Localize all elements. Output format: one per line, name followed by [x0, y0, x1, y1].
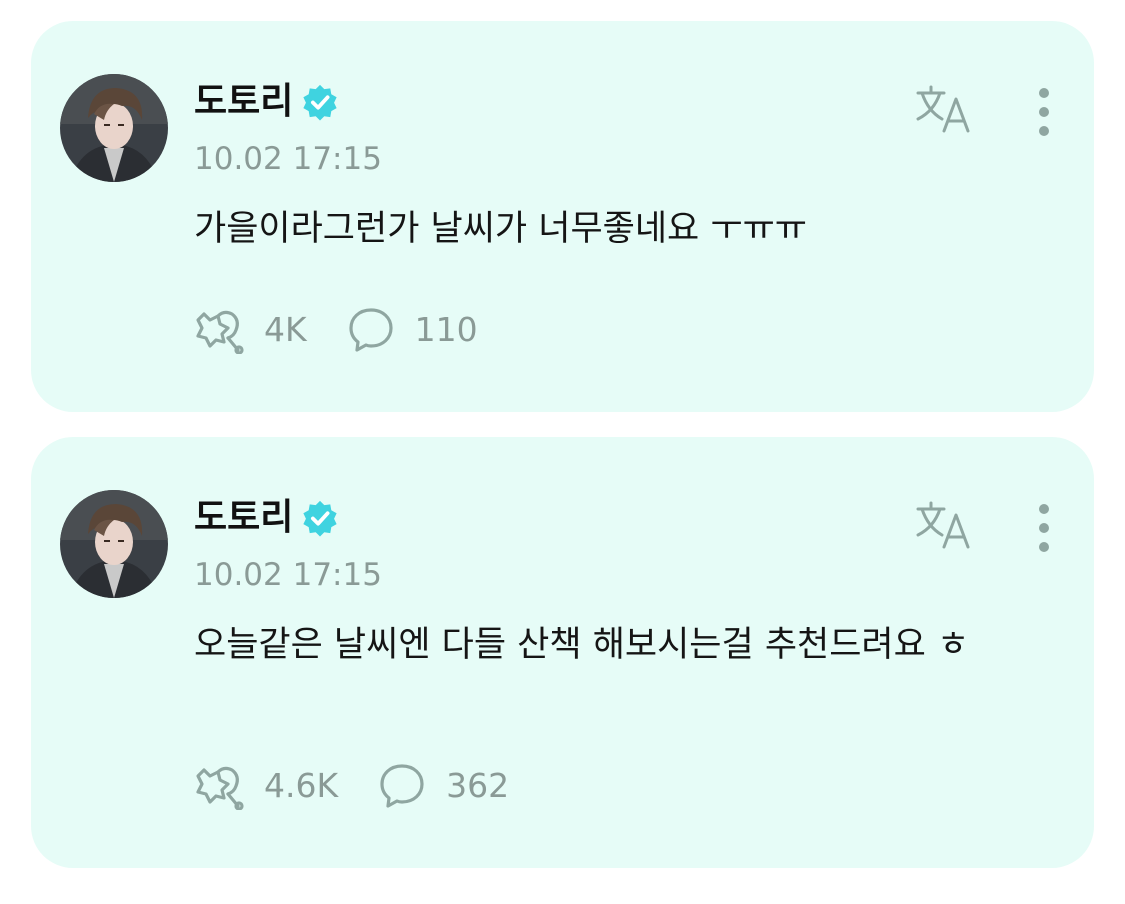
post-actions: 4K 110: [194, 306, 516, 354]
comment-icon: [380, 764, 424, 808]
comment-button[interactable]: 110: [345, 306, 478, 354]
like-count: 4K: [264, 310, 307, 349]
like-count: 4.6K: [264, 766, 339, 805]
post-timestamp: 10.02 17:15: [194, 557, 382, 593]
translate-icon[interactable]: [914, 83, 974, 135]
avatar-image: [60, 74, 168, 182]
post-card[interactable]: 도토리 10.02 17:15 가을이라그런가 날씨가 너무좋네요 ㅜㅠㅠ 4K…: [31, 21, 1094, 412]
more-vertical-icon[interactable]: [1032, 87, 1056, 137]
comment-icon: [349, 308, 393, 352]
post-timestamp: 10.02 17:15: [194, 141, 382, 177]
comment-button[interactable]: 362: [376, 762, 509, 810]
post-card[interactable]: 도토리 10.02 17:15 오늘같은 날씨엔 다들 산책 해보시는걸 추천드…: [31, 437, 1094, 868]
avatar-image: [60, 490, 168, 598]
post-text: 가을이라그런가 날씨가 너무좋네요 ㅜㅠㅠ: [194, 209, 807, 249]
author-avatar[interactable]: [60, 74, 168, 182]
like-button[interactable]: 4K: [194, 306, 307, 354]
post-actions: 4.6K 362: [194, 762, 547, 810]
like-button[interactable]: 4.6K: [194, 762, 338, 810]
translate-icon[interactable]: [914, 499, 974, 551]
author-avatar[interactable]: [60, 490, 168, 598]
comment-count: 110: [414, 310, 478, 349]
author-name[interactable]: 도토리: [194, 493, 293, 543]
author-name[interactable]: 도토리: [194, 77, 293, 127]
verified-icon: [303, 84, 337, 121]
like-icon: [196, 310, 244, 354]
verified-icon: [303, 500, 337, 537]
comment-count: 362: [446, 766, 510, 805]
like-icon: [196, 766, 244, 810]
more-vertical-icon[interactable]: [1032, 503, 1056, 553]
post-text: 오늘같은 날씨엔 다들 산책 해보시는걸 추천드려요 ㅎ: [194, 625, 970, 665]
